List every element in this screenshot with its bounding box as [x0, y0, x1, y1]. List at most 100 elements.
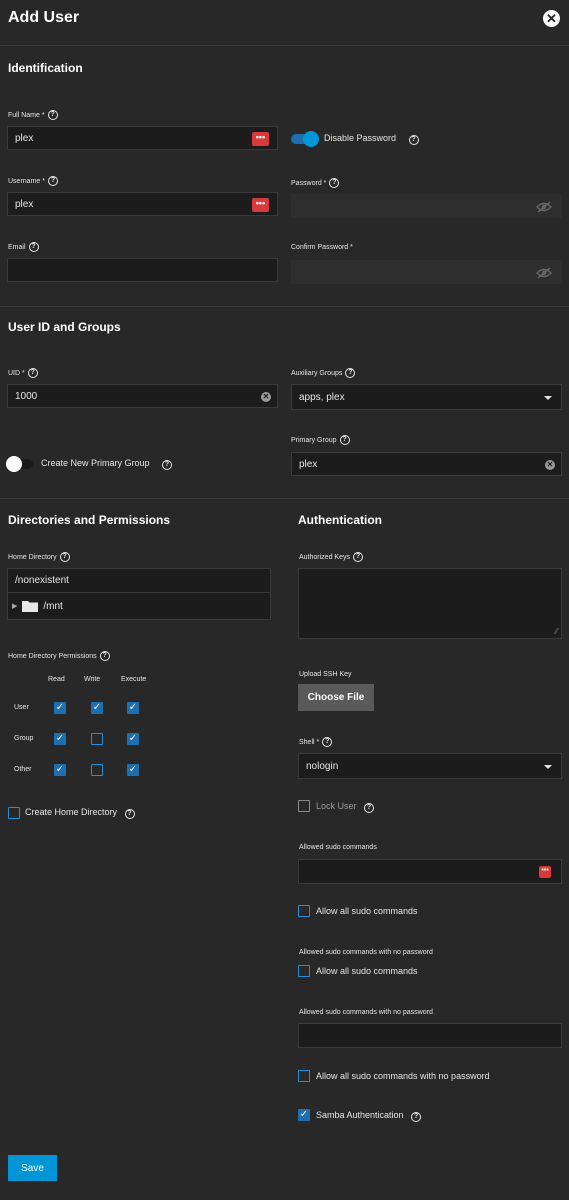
- chevron-down-icon: [544, 765, 552, 769]
- help-icon: ?: [411, 1112, 422, 1122]
- samba-auth-label: Samba Authentication ?: [316, 1110, 422, 1122]
- perm-row-user: User: [14, 704, 29, 711]
- home-perms-label: Home Directory Permissions?: [8, 651, 110, 661]
- primary-group-label: Primary Group?: [291, 435, 350, 445]
- tree-node-mnt[interactable]: ▶ /mnt: [8, 593, 270, 619]
- perm-col-execute: Execute: [121, 676, 147, 683]
- authorized-keys-label: Authorized Keys?: [299, 552, 363, 562]
- lock-user-checkbox[interactable]: [298, 800, 310, 812]
- divider: [0, 498, 569, 499]
- create-primary-group-label: Create New Primary Group ?: [41, 458, 173, 470]
- help-icon: ?: [59, 552, 70, 562]
- help-icon: ?: [124, 809, 135, 819]
- create-home-directory-label: Create Home Directory ?: [25, 807, 135, 819]
- help-icon: ?: [352, 552, 363, 562]
- perm-other-read-checkbox[interactable]: [54, 764, 66, 776]
- close-icon[interactable]: ✕: [543, 10, 560, 27]
- save-button[interactable]: Save: [8, 1155, 57, 1181]
- perm-group-execute-checkbox[interactable]: [127, 733, 139, 745]
- section-user-id-groups: User ID and Groups: [8, 320, 121, 334]
- help-icon: ?: [99, 651, 110, 661]
- help-icon: ?: [329, 178, 340, 188]
- help-icon: ?: [322, 737, 333, 747]
- help-icon: ?: [345, 368, 356, 378]
- section-identification: Identification: [8, 61, 83, 75]
- expand-icon: ▶: [12, 603, 18, 610]
- section-directories: Directories and Permissions: [8, 513, 171, 527]
- perm-group-write-checkbox[interactable]: [91, 733, 103, 745]
- confirm-password-label: Confirm Password *: [291, 244, 353, 251]
- home-directory-label: Home Directory?: [8, 552, 70, 562]
- create-home-directory-checkbox[interactable]: [8, 807, 20, 819]
- username-input[interactable]: plex •••: [7, 192, 278, 216]
- choose-file-button[interactable]: Choose File: [298, 684, 374, 711]
- upload-ssh-label: Upload SSH Key: [299, 671, 352, 678]
- uid-input[interactable]: 1000 ✕: [7, 384, 278, 408]
- chevron-down-icon: [544, 396, 552, 400]
- allow-all-sudo-nopass-label-2: Allow all sudo commands with no password: [316, 1071, 490, 1081]
- allow-all-sudo-checkbox[interactable]: [298, 905, 310, 917]
- divider: [0, 306, 569, 307]
- eye-off-icon: [536, 201, 552, 213]
- dialog-title: Add User: [8, 9, 80, 26]
- aux-groups-label: Auxiliary Groups?: [291, 368, 356, 378]
- help-icon: ?: [364, 803, 375, 813]
- home-directory-input[interactable]: /nonexistent: [8, 569, 270, 593]
- help-icon: ?: [28, 242, 39, 252]
- shell-label: Shell *?: [299, 737, 333, 747]
- password-input: [291, 194, 562, 218]
- sudo-nopass-label: Allowed sudo commands with no password: [299, 949, 433, 956]
- perm-other-execute-checkbox[interactable]: [127, 764, 139, 776]
- primary-group-input[interactable]: plex ✕: [291, 452, 562, 476]
- password-manager-icon[interactable]: •••: [252, 198, 269, 212]
- disable-password-toggle[interactable]: [291, 131, 319, 147]
- divider: [0, 45, 569, 46]
- full-name-input[interactable]: plex •••: [7, 126, 278, 150]
- samba-auth-checkbox[interactable]: [298, 1109, 310, 1121]
- perm-user-execute-checkbox[interactable]: [127, 702, 139, 714]
- lock-user-label: Lock User ?: [316, 801, 375, 813]
- home-directory-explorer[interactable]: /nonexistent ▶ /mnt: [7, 568, 271, 620]
- folder-icon: [22, 601, 39, 612]
- eye-off-icon: [536, 267, 552, 279]
- password-manager-icon[interactable]: •••: [252, 132, 269, 146]
- section-authentication: Authentication: [298, 513, 382, 527]
- allow-all-sudo-label: Allow all sudo commands: [316, 906, 418, 916]
- disable-password-label: Disable Password ?: [324, 133, 419, 145]
- allow-all-sudo-nopass-checkbox[interactable]: [298, 965, 310, 977]
- resize-handle-icon[interactable]: ⁄⁄: [555, 627, 558, 636]
- sudo-commands-input[interactable]: •••: [298, 859, 562, 884]
- perm-other-write-checkbox[interactable]: [91, 764, 103, 776]
- password-manager-icon[interactable]: •••: [539, 866, 551, 878]
- email-label: Email?: [8, 242, 39, 252]
- help-icon: ?: [162, 460, 173, 470]
- shell-select[interactable]: nologin: [298, 753, 562, 779]
- password-label: Password *?: [291, 178, 340, 188]
- help-icon: ?: [27, 368, 38, 378]
- perm-row-group: Group: [14, 735, 34, 742]
- help-icon: ?: [47, 176, 58, 186]
- full-name-label: Full Name *?: [8, 110, 58, 120]
- perm-user-read-checkbox[interactable]: [54, 702, 66, 714]
- email-input[interactable]: [7, 258, 278, 282]
- perm-col-write: Write: [84, 676, 101, 683]
- clear-icon[interactable]: ✕: [261, 392, 271, 402]
- allow-all-sudo-nopass-checkbox-2[interactable]: [298, 1070, 310, 1082]
- perm-group-read-checkbox[interactable]: [54, 733, 66, 745]
- help-icon: ?: [408, 135, 419, 145]
- sudo-label: Allowed sudo commands: [299, 844, 377, 851]
- allow-all-sudo-nopass-label: Allow all sudo commands: [316, 966, 418, 976]
- confirm-password-input: [291, 260, 562, 284]
- perm-user-write-checkbox[interactable]: [91, 702, 103, 714]
- aux-groups-select[interactable]: apps, plex: [291, 384, 562, 410]
- clear-icon[interactable]: ✕: [545, 460, 555, 470]
- sudo-nopass-commands-input[interactable]: [298, 1023, 562, 1048]
- perm-col-read: Read: [48, 676, 65, 683]
- help-icon: ?: [339, 435, 350, 445]
- username-label: Username *?: [8, 176, 58, 186]
- help-icon: ?: [47, 110, 58, 120]
- uid-label: UID *?: [8, 368, 38, 378]
- authorized-keys-textarea[interactable]: ⁄⁄: [298, 568, 562, 639]
- sudo-nopass-label-2: Allowed sudo commands with no password: [299, 1009, 433, 1016]
- create-primary-group-toggle[interactable]: [6, 456, 33, 472]
